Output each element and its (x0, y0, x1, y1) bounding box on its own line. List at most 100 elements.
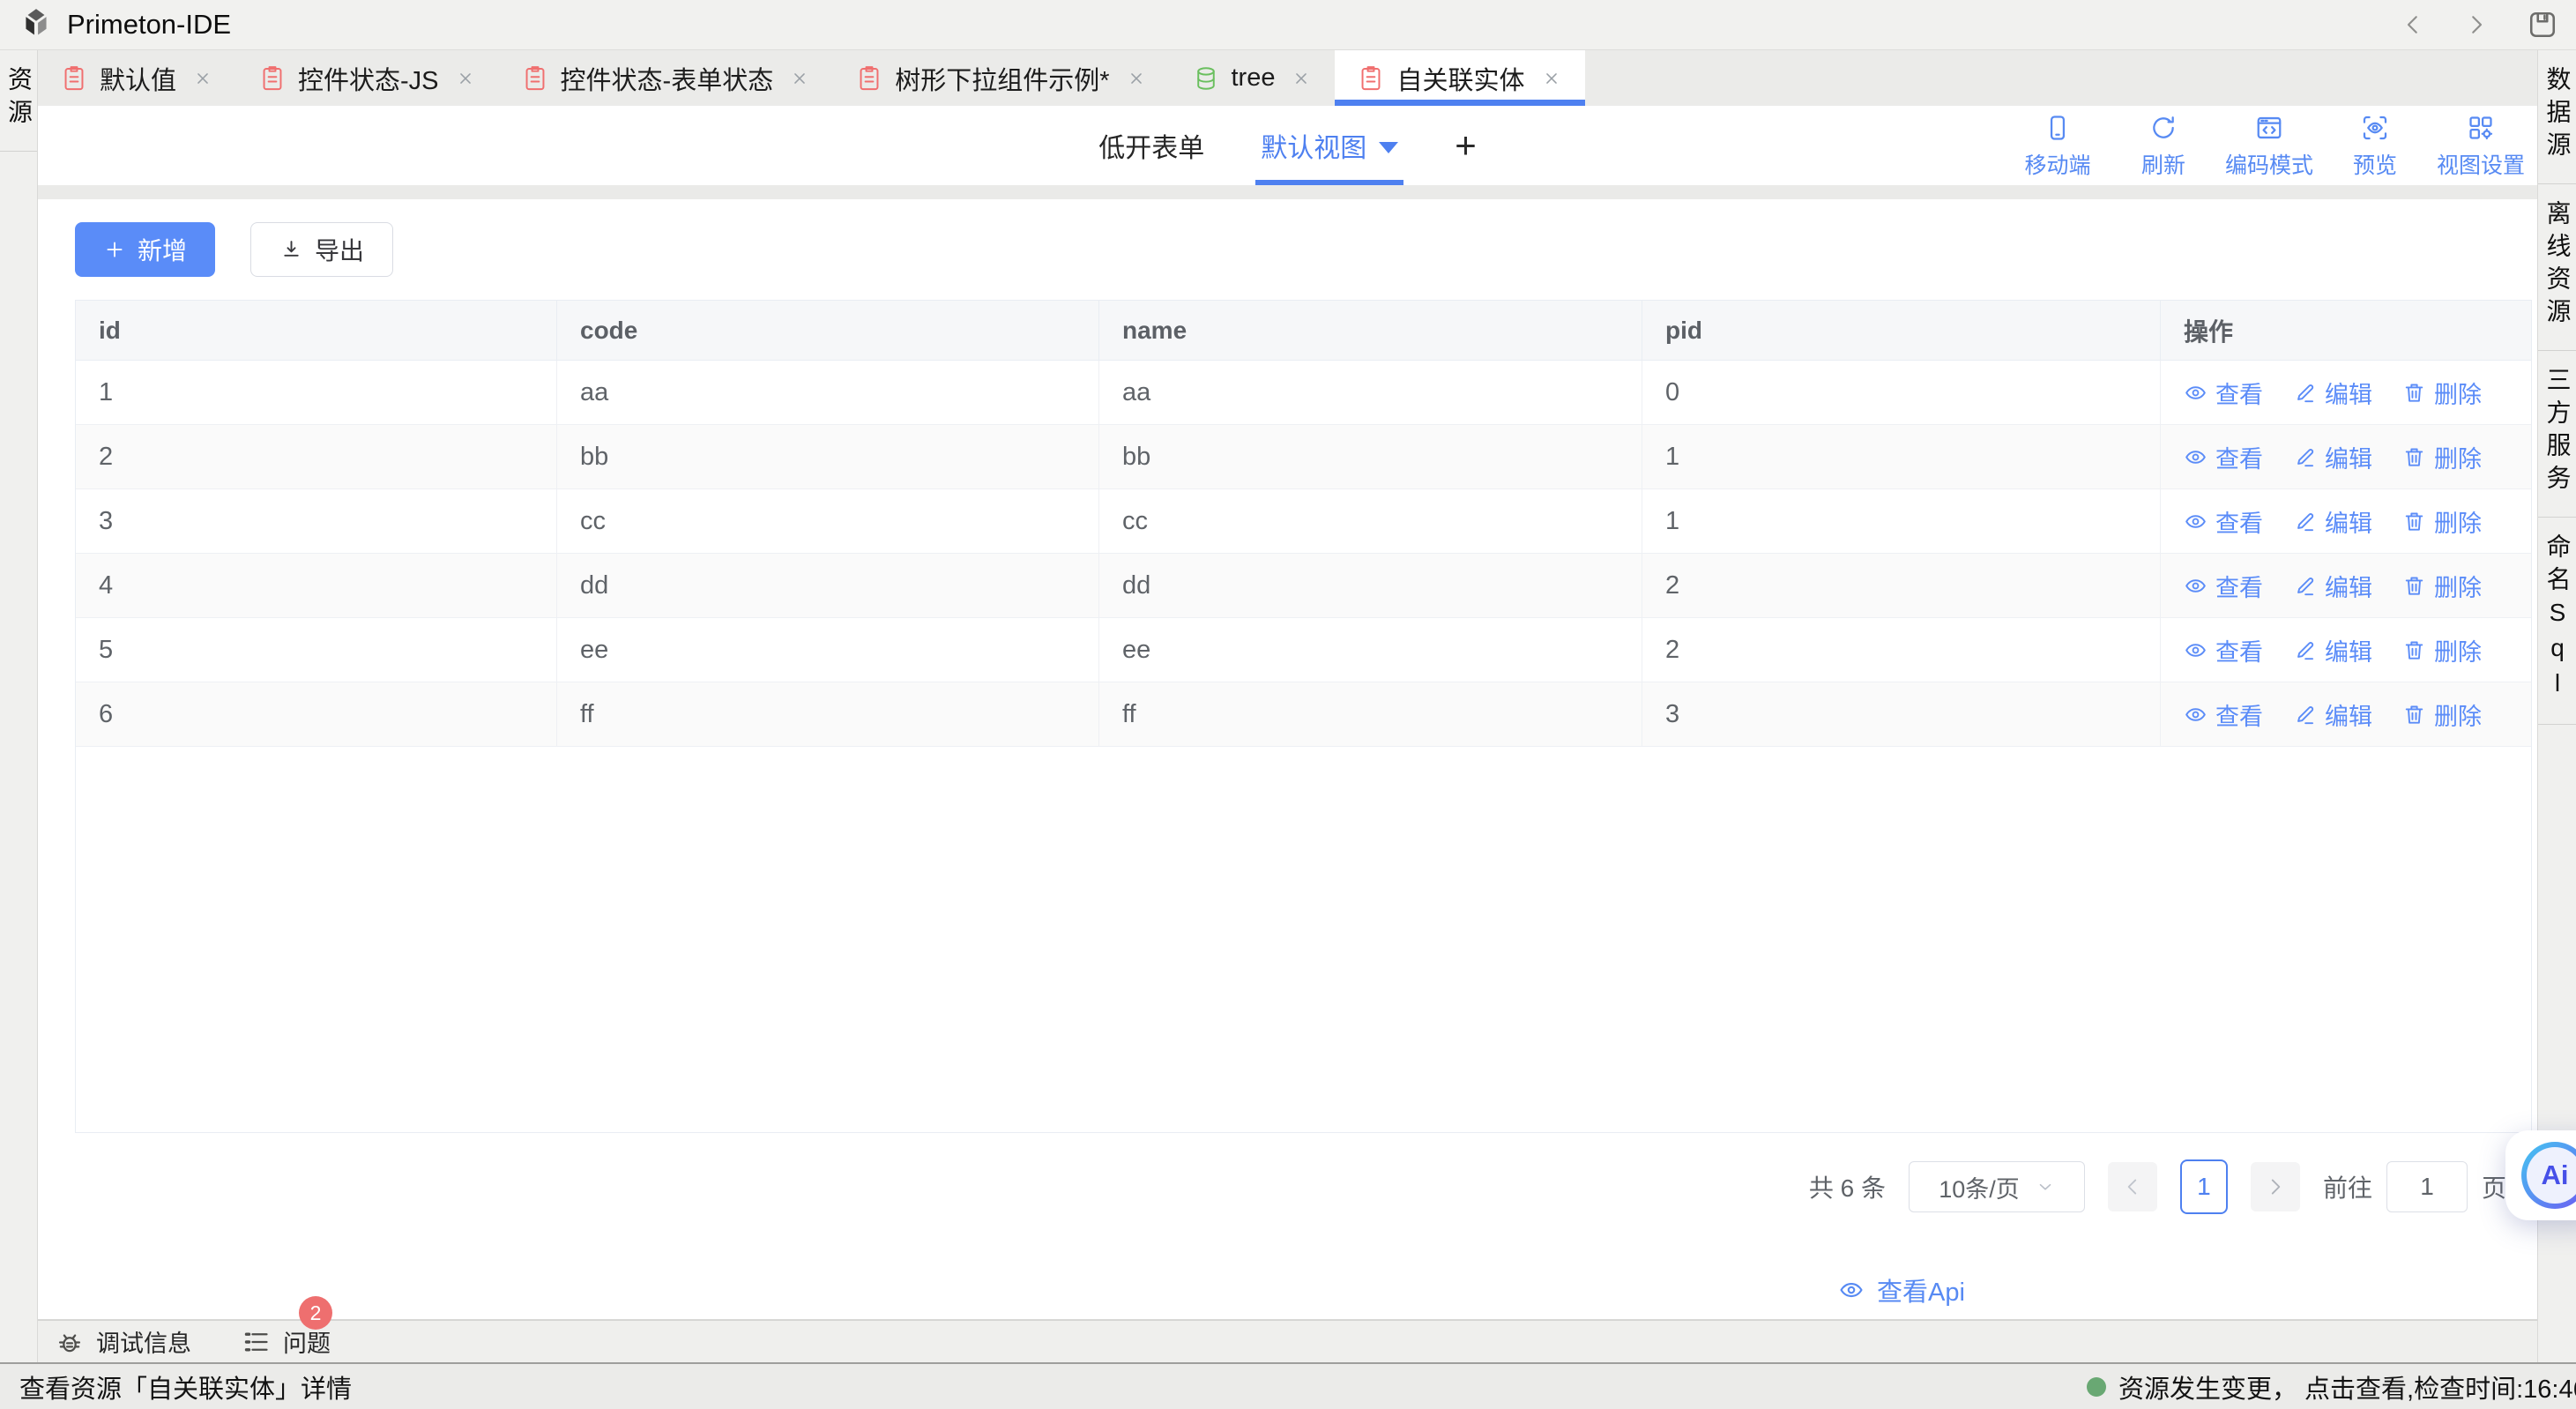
nav-back-icon[interactable] (2400, 11, 2426, 38)
column-header-actions[interactable]: 操作 (2161, 301, 2531, 361)
right-rail-item-named-sql[interactable]: 命名Sql (2538, 518, 2576, 725)
add-view-button[interactable]: + (1455, 106, 1477, 185)
goto-page-input[interactable] (2386, 1161, 2468, 1212)
view-api-link[interactable]: 查看Api (1838, 1271, 1965, 1308)
bug-icon (56, 1328, 84, 1356)
right-rail-item-datasource[interactable]: 数据源 (2538, 50, 2576, 184)
tab-default-view[interactable]: 默认视图 (1261, 106, 1398, 185)
cell-actions: 查看 编辑 删除 (2161, 682, 2531, 747)
delete-link[interactable]: 删除 (2402, 376, 2482, 410)
nav-forward-icon[interactable] (2463, 11, 2490, 38)
tab-default-value[interactable]: 默认值 (38, 50, 236, 106)
delete-link[interactable]: 删除 (2402, 440, 2482, 474)
view-link[interactable]: 查看 (2184, 440, 2263, 474)
view-link[interactable]: 查看 (2184, 697, 2263, 732)
pencil-icon (2293, 510, 2317, 533)
edit-link[interactable]: 编辑 (2293, 697, 2372, 732)
cell-name: bb (1099, 425, 1642, 489)
form-icon (62, 65, 86, 92)
column-header-id[interactable]: id (76, 301, 557, 361)
delete-link[interactable]: 删除 (2402, 697, 2482, 732)
edit-link[interactable]: 编辑 (2293, 633, 2372, 667)
cell-code: bb (557, 425, 1099, 489)
pagination: 共 6 条 10条/页 1 前往 页 (1809, 1159, 2506, 1215)
view-link[interactable]: 查看 (2184, 633, 2263, 667)
cell-name: ee (1099, 618, 1642, 682)
toolbar-refresh[interactable]: 刷新 (2114, 114, 2213, 180)
view-toolbar: 移动端 刷新 编码模式 预览 视图设置 (2008, 114, 2530, 180)
next-page-button[interactable] (2251, 1162, 2300, 1211)
export-button[interactable]: 导出 (250, 222, 393, 277)
edit-link[interactable]: 编辑 (2293, 440, 2372, 474)
view-settings-icon (2467, 114, 2495, 142)
download-icon (279, 238, 303, 262)
table-row: 5 ee ee 2 查看 编辑 删除 (76, 618, 2531, 682)
cell-name: aa (1099, 361, 1642, 425)
form-icon (260, 65, 285, 92)
pencil-icon (2293, 574, 2317, 598)
current-page[interactable]: 1 (2180, 1159, 2228, 1214)
pencil-icon (2293, 445, 2317, 469)
cell-id: 1 (76, 361, 557, 425)
plus-icon (103, 238, 126, 261)
save-icon[interactable] (2527, 9, 2558, 41)
page-size-select[interactable]: 10条/页 (1909, 1161, 2085, 1212)
right-rail-item-third-party-services[interactable]: 三方服务 (2538, 351, 2576, 518)
column-header-pid[interactable]: pid (1642, 301, 2161, 361)
toolbar-preview[interactable]: 预览 (2326, 114, 2424, 180)
tab-self-related-entity[interactable]: 自关联实体 (1335, 50, 1584, 106)
view-link[interactable]: 查看 (2184, 569, 2263, 603)
close-icon[interactable] (456, 69, 475, 88)
cell-code: dd (557, 554, 1099, 618)
chevron-down-icon[interactable] (1379, 142, 1398, 153)
toolbar-mobile[interactable]: 移动端 (2008, 114, 2107, 180)
eye-icon (2184, 638, 2207, 662)
delete-link[interactable]: 删除 (2402, 633, 2482, 667)
cell-name: dd (1099, 554, 1642, 618)
table-header: id code name pid 操作 (76, 301, 2531, 361)
prev-page-button[interactable] (2108, 1162, 2157, 1211)
sidebar-item-resources[interactable]: 资源 (0, 50, 37, 152)
view-link[interactable]: 查看 (2184, 376, 2263, 410)
column-header-name[interactable]: name (1099, 301, 1642, 361)
resource-change-notice[interactable]: 资源发生变更， 点击查看,检查时间:16:46 (2087, 1368, 2576, 1405)
chevron-down-icon (2036, 1177, 2055, 1197)
status-bar: 查看资源「自关联实体」详情 资源发生变更， 点击查看,检查时间:16:46 (0, 1362, 2576, 1409)
tab-tree-dropdown-example[interactable]: 树形下拉组件示例* (833, 50, 1169, 106)
toolbar-code-mode[interactable]: 编码模式 (2220, 114, 2319, 180)
trash-icon (2402, 381, 2426, 405)
delete-link[interactable]: 删除 (2402, 569, 2482, 603)
data-table: id code name pid 操作 1 aa aa 0 查看 编辑 删除 2… (75, 300, 2532, 1133)
main-content: 新增 导出 id code name pid 操作 1 aa aa 0 查看 编… (38, 199, 2537, 1320)
pencil-icon (2293, 638, 2317, 662)
tab-widget-state-js[interactable]: 控件状态-JS (236, 50, 499, 106)
edit-link[interactable]: 编辑 (2293, 376, 2372, 410)
edit-link[interactable]: 编辑 (2293, 569, 2372, 603)
delete-link[interactable]: 删除 (2402, 504, 2482, 539)
ai-assistant-button[interactable]: Ai (2505, 1130, 2576, 1220)
tab-low-code-form[interactable]: 低开表单 (1098, 106, 1204, 185)
view-link[interactable]: 查看 (2184, 504, 2263, 539)
cell-actions: 查看 编辑 删除 (2161, 425, 2531, 489)
close-icon[interactable] (1542, 69, 1561, 88)
pencil-icon (2293, 381, 2317, 405)
debug-info-button[interactable]: 调试信息 (56, 1324, 191, 1359)
problems-button[interactable]: 问题 2 (242, 1324, 331, 1359)
cell-id: 3 (76, 489, 557, 554)
tab-widget-state-form-state[interactable]: 控件状态-表单状态 (499, 50, 834, 106)
tab-tree[interactable]: tree (1170, 50, 1336, 106)
close-icon[interactable] (790, 69, 809, 88)
edit-link[interactable]: 编辑 (2293, 504, 2372, 539)
cell-code: aa (557, 361, 1099, 425)
right-rail-item-offline-resources[interactable]: 离线资源 (2538, 184, 2576, 351)
close-icon[interactable] (193, 69, 212, 88)
toolbar-view-settings[interactable]: 视图设置 (2431, 114, 2530, 180)
cell-name: ff (1099, 682, 1642, 747)
add-button[interactable]: 新增 (75, 222, 215, 277)
close-icon[interactable] (1127, 69, 1146, 88)
form-icon (523, 65, 547, 92)
column-header-code[interactable]: code (557, 301, 1099, 361)
close-icon[interactable] (1292, 69, 1311, 88)
table-row: 6 ff ff 3 查看 编辑 删除 (76, 682, 2531, 747)
view-header: 低开表单 默认视图 + 移动端 刷新 编码模式 预览 视图设置 (38, 106, 2537, 185)
